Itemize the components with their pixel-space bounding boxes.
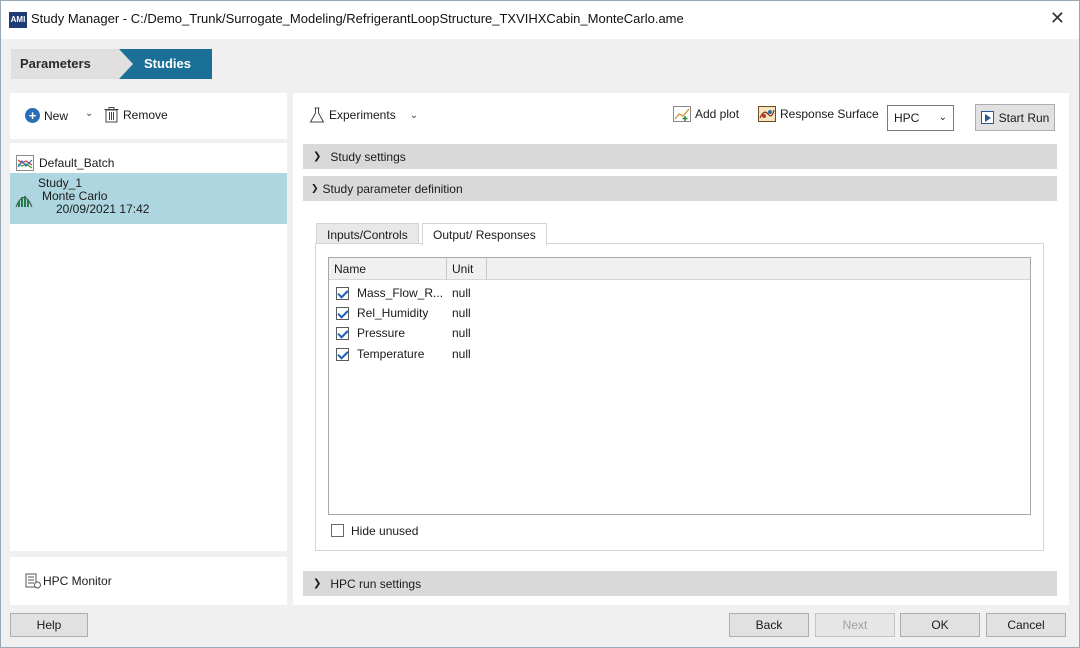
help-button[interactable]: Help — [10, 613, 88, 637]
back-button[interactable]: Back — [729, 613, 809, 637]
ok-button[interactable]: OK — [900, 613, 980, 637]
study-detail-panel: Experiments ⌄ Add plot Response Surface … — [293, 93, 1069, 605]
plus-circle-icon: + — [25, 108, 40, 123]
study-settings-section[interactable]: ❯ Study settings — [303, 144, 1057, 169]
section-label: Study settings — [330, 149, 406, 164]
table-row[interactable]: Mass_Flow_R... null — [329, 283, 629, 303]
start-run-label: Start Run — [998, 110, 1050, 125]
row-unit: null — [452, 286, 471, 300]
column-header-unit[interactable]: Unit — [447, 258, 487, 280]
app-logo: AMI — [9, 12, 27, 28]
chevron-right-icon: ❯ — [313, 578, 322, 589]
study-date: 20/09/2021 17:42 — [56, 202, 150, 216]
new-label: New — [44, 108, 69, 123]
response-surface-button[interactable]: Response Surface — [758, 106, 879, 122]
hpc-monitor-panel: HPC Monitor — [10, 557, 287, 605]
column-header-name[interactable]: Name — [329, 258, 447, 280]
close-icon[interactable]: ✕ — [1050, 8, 1065, 29]
new-dropdown-button[interactable]: ⌄ — [85, 108, 93, 119]
row-checkbox[interactable] — [336, 307, 349, 320]
responses-table: Name Unit Mass_Flow_R... null Rel_Humidi… — [328, 257, 1031, 515]
study-type: Monte Carlo — [42, 189, 108, 203]
table-header: Name Unit — [329, 258, 1030, 280]
response-surface-label: Response Surface — [780, 107, 879, 121]
row-unit: null — [452, 326, 471, 340]
study-name: Default_Batch — [39, 156, 115, 170]
row-name: Temperature — [357, 347, 425, 361]
studies-toolbar: + New ⌄ Remove — [10, 93, 287, 139]
hpc-select-value: HPC — [894, 111, 920, 125]
breadcrumb-parameters[interactable]: Parameters — [11, 49, 139, 79]
list-item-study-1[interactable]: Study_1 Monte Carlo 20/09/2021 17:42 — [10, 173, 287, 224]
title-bar: AMI Study Manager - C:/Demo_Trunk/Surrog… — [1, 1, 1079, 39]
study-parameter-definition-section[interactable]: ❯ Study parameter definition — [303, 176, 1057, 201]
list-item-default-batch[interactable]: Default_Batch — [10, 152, 287, 174]
row-name: Rel_Humidity — [357, 306, 429, 320]
hpc-monitor-label: HPC Monitor — [43, 574, 112, 588]
hpc-monitor-button[interactable]: HPC Monitor — [25, 573, 112, 589]
monitor-list-icon — [25, 573, 41, 589]
study-manager-window: AMI Study Manager - C:/Demo_Trunk/Surrog… — [0, 0, 1080, 648]
tab-output-responses[interactable]: Output/ Responses — [422, 223, 547, 246]
hpc-select[interactable]: HPC ⌄ — [887, 105, 954, 131]
chevron-down-icon: ⌄ — [85, 108, 94, 119]
response-surface-icon — [758, 106, 776, 122]
next-button[interactable]: Next — [815, 613, 895, 637]
row-unit: null — [452, 306, 471, 320]
add-plot-button[interactable]: Add plot — [673, 106, 739, 122]
row-checkbox[interactable] — [336, 348, 349, 361]
start-run-button[interactable]: Start Run — [975, 104, 1055, 131]
experiments-label: Experiments — [329, 108, 396, 122]
new-study-button[interactable]: + New — [25, 108, 68, 123]
section-label: Study parameter definition — [322, 181, 463, 196]
chevron-right-icon: ❯ — [313, 151, 322, 162]
row-checkbox[interactable] — [336, 327, 349, 340]
breadcrumb: Parameters Studies — [1, 39, 1079, 87]
row-checkbox[interactable] — [336, 287, 349, 300]
chart-icon — [16, 155, 34, 171]
chevron-down-icon: ❯ — [311, 183, 319, 193]
remove-study-button[interactable]: Remove — [104, 107, 168, 123]
experiments-button[interactable]: Experiments ⌄ — [309, 107, 418, 123]
play-icon — [980, 111, 994, 124]
add-plot-icon — [673, 106, 691, 122]
remove-label: Remove — [123, 108, 168, 122]
hide-unused-checkbox[interactable] — [331, 524, 344, 537]
trash-icon — [104, 107, 119, 123]
table-row[interactable]: Pressure null — [329, 323, 629, 343]
row-name: Pressure — [357, 326, 406, 340]
table-row[interactable]: Rel_Humidity null — [329, 303, 629, 323]
add-plot-label: Add plot — [695, 107, 740, 121]
table-row[interactable]: Temperature null — [329, 344, 629, 364]
flask-icon — [309, 107, 325, 123]
hide-unused-label: Hide unused — [351, 524, 419, 538]
row-unit: null — [452, 347, 471, 361]
window-title: Study Manager - C:/Demo_Trunk/Surrogate_… — [31, 11, 684, 26]
study-name: Study_1 — [38, 176, 83, 190]
tab-inputs-controls[interactable]: Inputs/Controls — [316, 223, 419, 245]
row-name: Mass_Flow_R... — [357, 286, 444, 300]
studies-list: Default_Batch Study_1 Monte Carlo 20/09/… — [10, 143, 287, 551]
chevron-down-icon: ⌄ — [938, 112, 947, 123]
chevron-down-icon: ⌄ — [409, 109, 419, 121]
cancel-button[interactable]: Cancel — [986, 613, 1066, 637]
hpc-run-settings-section[interactable]: ❯ HPC run settings — [303, 571, 1057, 596]
section-label: HPC run settings — [330, 576, 422, 591]
monte-carlo-icon — [15, 196, 33, 208]
